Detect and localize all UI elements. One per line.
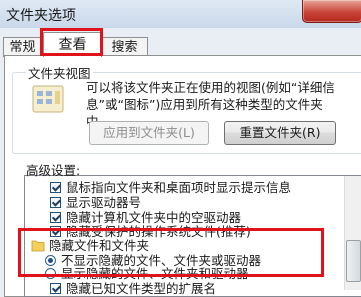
scrollbar-thumb[interactable] xyxy=(346,240,361,282)
list-item-label: 隐藏已知文件类型的扩展名 xyxy=(66,281,217,296)
reset-folders-button[interactable]: 重置文件夹(R) xyxy=(224,121,336,145)
list-item-label: 显示驱动器号 xyxy=(66,195,142,210)
tab-search[interactable]: 搜索 xyxy=(101,37,148,57)
checkbox-show-drive-letters[interactable] xyxy=(50,197,61,208)
tab-general[interactable]: 常规 xyxy=(3,37,42,57)
folder-views-title: 文件夹视图 xyxy=(26,63,93,82)
title-bar: 文件夹选项 xyxy=(0,0,361,28)
close-button[interactable] xyxy=(302,0,361,23)
checkbox-hide-extensions[interactable] xyxy=(50,283,61,294)
checkbox-show-tooltips[interactable] xyxy=(50,182,61,193)
view-tab-highlight xyxy=(40,28,103,56)
checkbox-hide-empty-drives[interactable] xyxy=(50,212,61,223)
list-item-label: 鼠标指向文件夹和桌面项时显示提示信息 xyxy=(66,180,292,195)
folder-views-icon xyxy=(32,85,64,113)
hidden-files-highlight xyxy=(18,228,324,277)
window-title: 文件夹选项 xyxy=(6,8,76,24)
apply-to-folders-button[interactable]: 应用到文件夹(L) xyxy=(89,121,209,145)
description-line-2: 息”或“图标”)应用到所有这种类型的文件夹 xyxy=(86,97,323,112)
description-line-1: 可以将该文件夹正在使用的视图(例如“详细信 xyxy=(86,80,335,95)
advanced-settings-label: 高级设置: xyxy=(26,163,81,178)
